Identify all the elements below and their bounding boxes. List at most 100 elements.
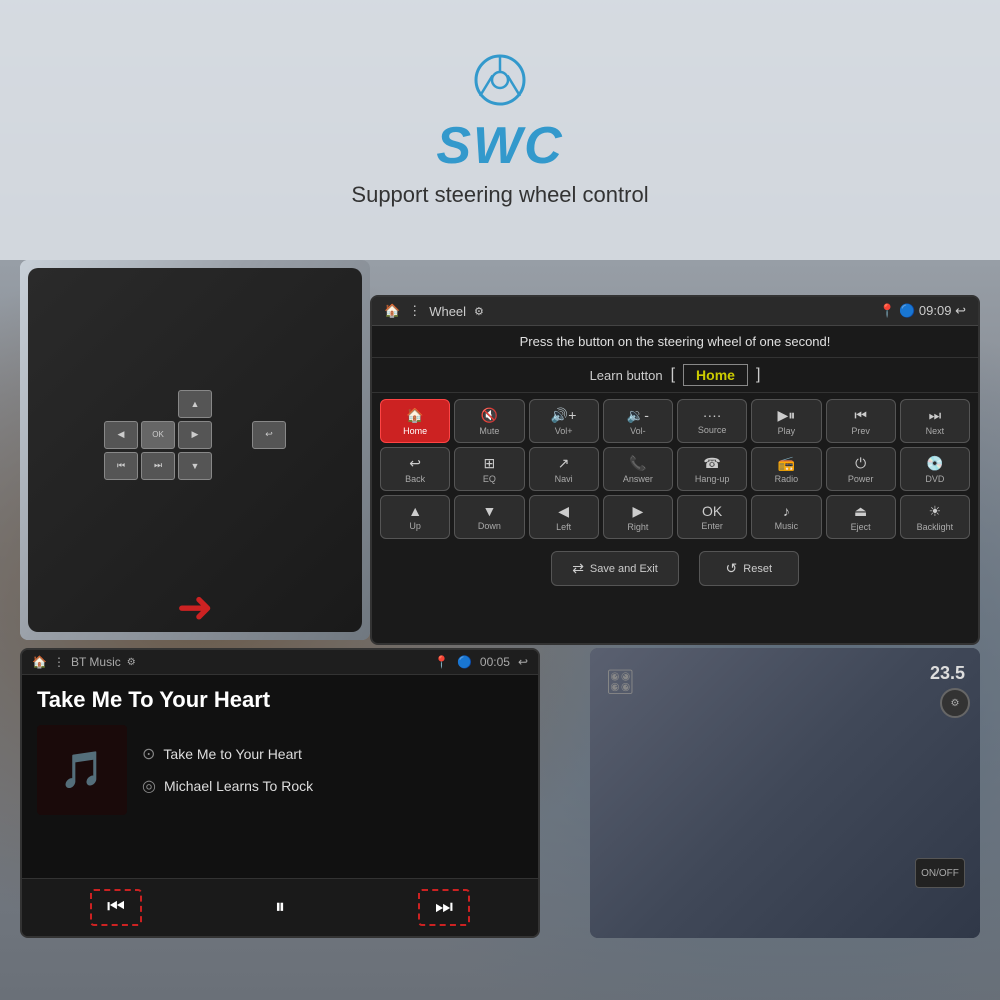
ctrl-btn-vol+[interactable]: 🔊+ Vol+ [529,399,599,443]
location-icon: 📍 [879,303,895,318]
right-icon: ▶ [632,503,643,520]
ctrl-btn-down[interactable]: ▼ Down [454,495,524,539]
learn-button-row: Learn button [ Home ] [372,358,978,393]
ctrl-btn-power[interactable]: ⏻ Power [826,447,896,491]
music-icon: ♪ [783,503,790,519]
ctrl-btn-navi[interactable]: ↗ Navi [529,447,599,491]
ctrl-btn-music[interactable]: ♪Music [751,495,821,539]
ctrl-btn-answer[interactable]: 📞Answer [603,447,673,491]
ctrl-btn-right[interactable]: ▶ Right [603,495,673,539]
bt-artist: Michael Learns To Rock [164,778,313,794]
bt-header-right: 📍 🔵 00:05 ↩ [434,655,528,669]
eq-icon: ⊞ [484,455,496,472]
learn-home-value: Home [683,364,748,386]
ctrl-btn-hang-up[interactable]: ☎Hang-up [677,447,747,491]
right-label: Right [627,522,648,532]
radio-icon: 📻 [778,455,795,472]
ctrl-btn-eq[interactable]: ⊞ EQ [454,447,524,491]
ctrl-btn-vol-[interactable]: 🔉-Vol- [603,399,673,443]
bt-bluetooth-icon: 🔵 [457,655,472,669]
steering-wheel-icon [473,53,527,112]
bt-song-title: Take Me To Your Heart [37,687,523,713]
bt-location-icon: 📍 [434,655,449,669]
panel-header-left: 🏠 ⋮ Wheel ⚙ [384,303,484,319]
enter-icon: OK [702,503,722,519]
power-icon: ⏻ [855,455,866,472]
power-label: Power [848,474,874,484]
bt-content: Take Me To Your Heart 🎵 ⊙ Take Me to You… [22,675,538,827]
bt-prev-button[interactable]: ⏮ [90,889,142,926]
ctrl-btn-left[interactable]: ◀Left [529,495,599,539]
ctrl-btn-eject[interactable]: ⏏ Eject [826,495,896,539]
play-icon: ▶⏸ [777,407,795,424]
back-icon: ↩ [409,455,421,472]
bt-header: 🏠 ⋮ BT Music ⚙ 📍 🔵 00:05 ↩ [22,650,538,675]
panel-title: Wheel [429,304,466,319]
bt-track-info: ⊙ Take Me to Your Heart ◎ Michael Learns… [142,738,523,802]
navi-label: Navi [555,474,573,484]
ctrl-btn-mute[interactable]: 🔇Mute [454,399,524,443]
eq-label: EQ [483,474,496,484]
backlight-label: Backlight [917,522,954,532]
eject-label: Eject [851,522,871,532]
mute-icon: 🔇 [481,407,498,424]
control-buttons-grid: 🏠Home🔇Mute 🔊+ Vol+ 🔉-Vol-····Source ▶⏸ Play ⏮P… [372,393,978,545]
left-label: Left [556,522,571,532]
ctrl-btn-play[interactable]: ▶⏸ Play [751,399,821,443]
bt-next-button[interactable]: ⏭ [418,889,470,926]
ctrl-btn-back[interactable]: ↩ Back [380,447,450,491]
vol--icon: 🔉- [627,407,649,424]
bt-album-art: 🎵 [37,725,127,815]
bt-pause-button[interactable]: ⏸ [258,889,302,926]
bt-music-panel: 🏠 ⋮ BT Music ⚙ 📍 🔵 00:05 ↩ Take Me To Yo… [20,648,540,938]
ctrl-btn-next[interactable]: ⏭Next [900,399,970,443]
up-label: Up [409,521,421,531]
next-icon: ⏭ [929,407,942,424]
ctrl-btn-home[interactable]: 🏠Home [380,399,450,443]
bt-settings-icon: ⚙ [127,657,136,668]
answer-label: Answer [623,474,653,484]
bt-track-name-row: ⊙ Take Me to Your Heart [142,738,523,770]
bt-time: 00:05 [480,655,510,669]
hang-up-icon: ☎ [703,455,720,472]
menu-dots-icon: ⋮ [408,303,421,319]
ctrl-btn-enter[interactable]: OK Enter [677,495,747,539]
bt-menu-icon: ⋮ [53,655,65,669]
play-label: Play [778,426,796,436]
reset-button[interactable]: ↺ Reset [699,551,799,586]
car-dashboard-area: 23.5 ⚙ ON/OFF 🎛 [590,648,980,938]
vol+-label: Vol+ [555,426,573,436]
down-label: Down [478,521,501,531]
header-section: SWC Support steering wheel control [0,0,1000,260]
steering-wheel-area: ▲ ◀ OK ▶ ▼ ⏮ ⏭ ↩ ➜ [20,260,370,640]
ctrl-btn-backlight[interactable]: ☀Backlight [900,495,970,539]
track-circle-icon: ⊙ [142,744,155,764]
eject-icon: ⏏ [854,503,867,520]
vol+-icon: 🔊+ [551,407,577,424]
ctrl-btn-radio[interactable]: 📻 Radio [751,447,821,491]
dvd-icon: 💿 [926,455,943,472]
save-exit-button[interactable]: ⇄ Save and Exit [551,551,679,586]
down-icon: ▼ [482,503,496,519]
save-exit-icon: ⇄ [572,560,584,577]
bt-home-icon: 🏠 [32,655,47,669]
bt-title: BT Music [71,655,121,669]
navi-icon: ↗ [558,455,570,472]
ctrl-btn-source[interactable]: ····Source [677,399,747,443]
bt-header-left: 🏠 ⋮ BT Music ⚙ [32,655,136,669]
enter-label: Enter [701,521,723,531]
source-label: Source [698,425,727,435]
ctrl-btn-dvd[interactable]: 💿DVD [900,447,970,491]
prev-label: Prev [851,426,870,436]
bt-track-name: Take Me to Your Heart [163,746,302,762]
panel-header: 🏠 ⋮ Wheel ⚙ 📍 🔵 09:09 ↩ [372,297,978,326]
save-exit-label: Save and Exit [590,563,658,575]
radio-label: Radio [775,474,799,484]
learn-label: Learn button [590,368,663,383]
bracket-open: [ [671,366,675,384]
reset-icon: ↺ [726,560,738,577]
ctrl-btn-prev[interactable]: ⏮Prev [826,399,896,443]
back-label: Back [405,474,425,484]
bt-artist-row: ◎ Michael Learns To Rock [142,770,523,802]
ctrl-btn-up[interactable]: ▲Up [380,495,450,539]
